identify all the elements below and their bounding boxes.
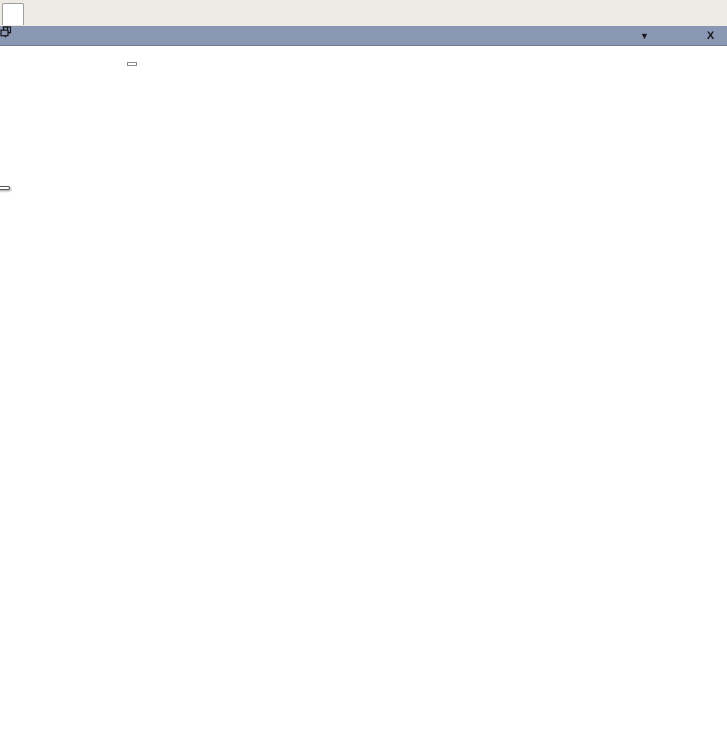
inset-chart-title: [127, 62, 137, 66]
chart-canvas[interactable]: [0, 0, 727, 741]
mt4-chart-window: ▼ X: [0, 0, 727, 741]
bollinger-values-tooltip: [0, 186, 10, 190]
